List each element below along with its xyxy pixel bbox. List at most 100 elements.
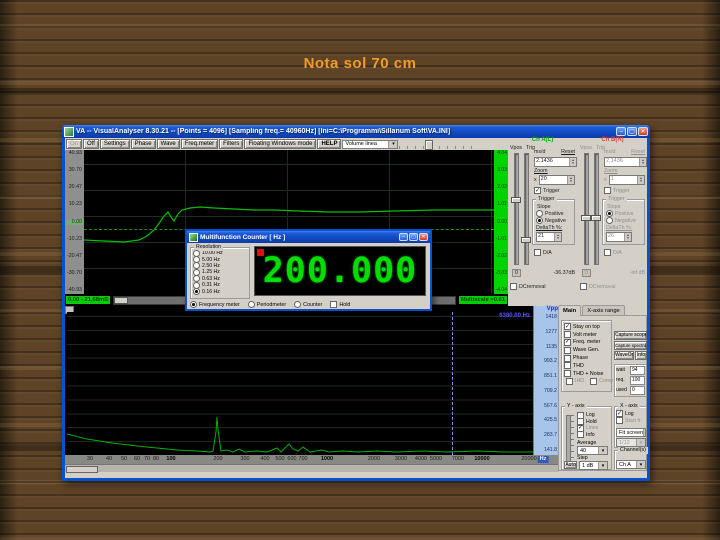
slope-positive-radio[interactable]: Positive	[533, 210, 574, 217]
zoom-spinner[interactable]: 20	[539, 175, 575, 185]
toolbar-button[interactable]: Off	[83, 139, 99, 149]
checkbox-icon	[534, 249, 541, 256]
capture-scope-button[interactable]: Capture scope	[614, 331, 647, 340]
channel-select[interactable]: Ch A	[616, 460, 646, 469]
trig-slider[interactable]	[524, 153, 529, 265]
capture-spectrum-button[interactable]: Capture spectrum	[614, 341, 647, 350]
slope-label: Slope	[607, 204, 621, 210]
checkbox-icon	[564, 355, 571, 362]
option-checkbox[interactable]: Phase	[562, 354, 611, 362]
toolbar: OnOffSettingsPhaseWaveFreq.meterFiltersF…	[65, 138, 508, 150]
toolbar-button[interactable]: Freq.meter	[181, 139, 218, 149]
delta-th-spinner[interactable]: 26	[606, 232, 632, 242]
delta-th-spinner[interactable]: 21	[536, 232, 562, 242]
slope-positive-radio[interactable]: Positive	[603, 210, 644, 217]
settings-tab[interactable]: Main	[558, 305, 581, 316]
checkbox-icon	[604, 249, 611, 256]
option-checkbox[interactable]: Stay on top	[562, 323, 611, 331]
reset-button[interactable]: Reset	[561, 149, 575, 155]
info-button[interactable]: Info	[635, 351, 647, 360]
average-select[interactable]: 40	[577, 446, 608, 455]
counter-mode-radio[interactable]: Frequency meter	[190, 301, 240, 308]
da-checkbox[interactable]: D/A	[534, 249, 575, 256]
spinner-arrows-icon[interactable]	[554, 233, 561, 241]
scope-scrollbar-thumb[interactable]	[114, 297, 128, 304]
dcremoval-checkbox[interactable]: DCremoval	[510, 283, 546, 290]
resolution-radio[interactable]: 0.16 Hz	[191, 288, 249, 294]
scope-multiscale: Multiscale =0.01	[459, 296, 507, 304]
spinner-arrows-icon[interactable]	[637, 176, 644, 184]
msd-spinner[interactable]: 2.1436	[534, 157, 577, 167]
comp-checkbox[interactable]: Comp	[588, 378, 613, 386]
zoom-spinner[interactable]: 1	[609, 175, 645, 185]
trigger-checkbox[interactable]: Trigger	[534, 187, 575, 194]
volume-slider[interactable]	[399, 140, 479, 149]
dialog-titlebar[interactable]: Multifunction Counter [ Hz ] – ▢ ✕	[187, 231, 430, 243]
reset-button[interactable]: Reset	[631, 149, 645, 155]
vpos-slider-handle[interactable]	[511, 197, 521, 203]
toolbar-button[interactable]: Phase	[131, 139, 156, 149]
dcremoval-checkbox[interactable]: DCremoval	[580, 283, 616, 290]
slope-negative-radio[interactable]: Negative	[603, 217, 644, 224]
ratio-value: 1/12	[619, 440, 630, 446]
spinner-arrows-icon[interactable]	[639, 158, 646, 166]
toolbar-buttons: OnOffSettingsPhaseWaveFreq.meterFiltersF…	[66, 139, 341, 149]
spinner-arrows-icon[interactable]	[624, 233, 631, 241]
checkbox-icon	[564, 362, 571, 369]
toolbar-button[interactable]: On	[66, 139, 82, 149]
start-fr-checkbox[interactable]: Start fr.	[615, 417, 646, 424]
option-checkbox[interactable]: THD + Noise	[562, 370, 611, 378]
toolbar-button[interactable]: Wave	[157, 139, 180, 149]
toolbar-button[interactable]: Floating Windows mode	[244, 139, 316, 149]
counter-mode-radio[interactable]: Periodmeter	[248, 301, 286, 308]
trig-slider-handle[interactable]	[521, 237, 531, 243]
vpos-slider-handle[interactable]	[581, 215, 591, 221]
trig-slider[interactable]	[594, 153, 599, 265]
spectrum-cursor[interactable]	[452, 312, 453, 455]
checkbox-icon	[564, 370, 571, 377]
scope-y-label: -40.93	[65, 288, 84, 293]
minimize-icon[interactable]: –	[399, 233, 408, 241]
checkbox-icon	[330, 301, 337, 308]
maximize-icon[interactable]: ▢	[409, 233, 418, 241]
auto-button[interactable]: Auto	[564, 461, 577, 469]
radio-icon	[193, 288, 200, 295]
option-checkbox[interactable]: Volt meter	[562, 331, 611, 339]
hold-checkbox[interactable]: Hold	[330, 301, 350, 308]
spectrum-scrollbar[interactable]	[65, 464, 559, 472]
step-value: 1 dB	[582, 463, 593, 469]
close-icon[interactable]: ✕	[419, 233, 428, 241]
spectrum-scrollbar-thumb[interactable]	[66, 466, 98, 473]
slope-negative-radio[interactable]: Negative	[533, 217, 574, 224]
toolbar-button[interactable]: Filters	[219, 139, 243, 149]
waveon-button[interactable]: WaveOn	[614, 351, 634, 360]
trig-slider-handle[interactable]	[591, 215, 601, 221]
vpos-slider[interactable]	[584, 153, 589, 265]
spinner-arrows-icon[interactable]	[569, 158, 576, 166]
frequency-tick-label: 200	[213, 456, 222, 463]
radio-icon	[294, 301, 301, 308]
option-checkbox[interactable]: Wave Gen.	[562, 346, 611, 354]
close-icon[interactable]: ✕	[638, 127, 648, 136]
minimize-icon[interactable]: –	[616, 127, 626, 136]
option-checkbox[interactable]: THD	[562, 362, 611, 370]
counter-mode-row: Frequency meter Periodmeter Counter Hold	[190, 299, 430, 310]
toolbar-button[interactable]: HELP	[317, 139, 341, 149]
da-checkbox[interactable]: D/A	[604, 249, 645, 256]
vpos-slider[interactable]	[514, 153, 519, 265]
toolbar-button[interactable]: Settings	[100, 139, 130, 149]
volume-slider-handle[interactable]	[425, 140, 433, 150]
msd-spinner[interactable]: 2.1436	[604, 157, 647, 167]
x-log-checkbox[interactable]: Log	[615, 410, 646, 417]
fit-screen-select[interactable]: Fit screen	[616, 428, 646, 437]
option-checkbox[interactable]: Freq. meter	[562, 339, 611, 347]
ratio-select[interactable]: 1/12	[616, 438, 646, 447]
spinner-arrows-icon[interactable]	[567, 176, 574, 184]
maximize-icon[interactable]: ▢	[627, 127, 637, 136]
counter-mode-radio[interactable]: Counter	[294, 301, 322, 308]
trigger-checkbox[interactable]: Trigger	[604, 187, 645, 194]
ihd-checkbox[interactable]: IHD	[564, 378, 584, 386]
step-select[interactable]: 1 dB	[579, 461, 608, 470]
volume-select[interactable]: Volume linea	[342, 140, 398, 149]
y-axis-checkbox[interactable]: Info	[577, 432, 598, 439]
